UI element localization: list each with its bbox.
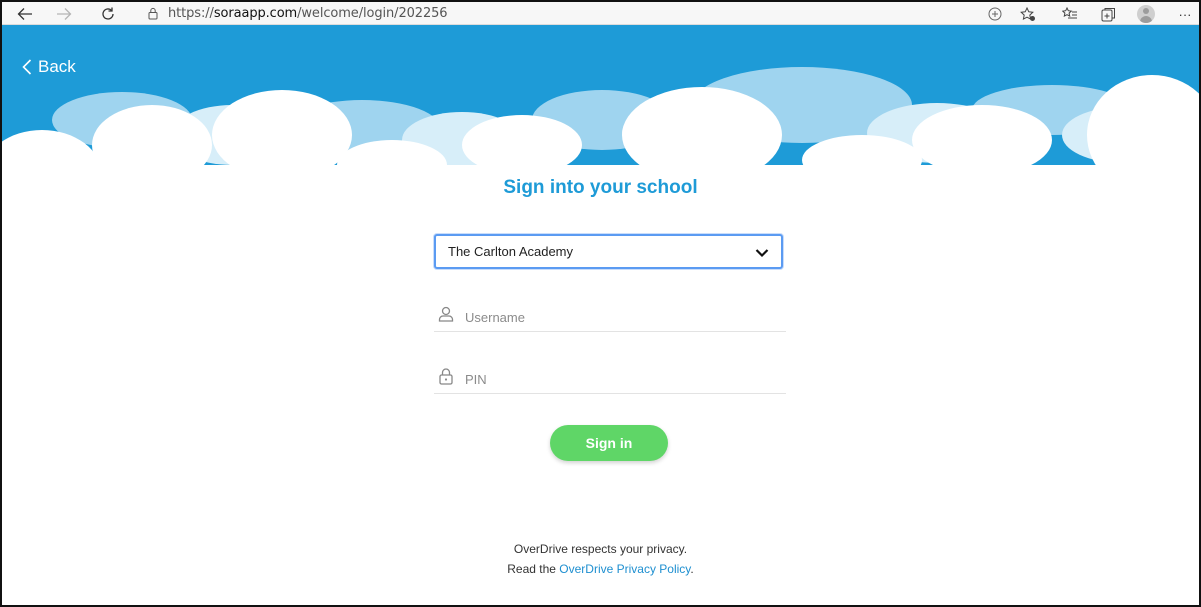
address-bar[interactable]: https://soraapp.com/welcome/login/202256 [168,6,448,22]
user-icon [438,306,454,327]
chevron-left-icon [22,59,32,75]
privacy-notice: OverDrive respects your privacy. Read th… [2,539,1199,579]
back-button[interactable]: Back [22,57,76,77]
privacy-line-2: Read the OverDrive Privacy Policy. [2,559,1199,579]
zoom-plus-icon[interactable] [984,4,1006,24]
username-input[interactable] [463,306,767,328]
url-prefix: https:// [168,6,214,21]
page-title: Sign into your school [503,177,698,198]
favorites-list-icon[interactable] [1059,4,1081,24]
browser-toolbar: https://soraapp.com/welcome/login/202256… [2,0,1199,25]
lock-icon[interactable] [148,7,158,25]
school-select-value: The Carlton Academy [448,244,574,259]
username-field [434,301,786,332]
favorite-star-icon[interactable] [1017,4,1039,24]
clouds-illustration [2,67,1199,185]
privacy-prefix: Read the [507,562,560,576]
privacy-suffix: . [690,562,694,576]
back-label: Back [38,57,76,76]
forward-arrow-icon[interactable] [53,4,75,24]
url-host: soraapp.com [213,6,298,21]
more-menu-icon[interactable]: ··· [1174,4,1196,24]
url-path: /welcome/login/202256 [297,6,448,21]
chevron-down-icon [755,246,769,261]
lock-icon [438,368,454,390]
collections-icon[interactable] [1097,4,1119,24]
school-select[interactable]: The Carlton Academy [434,234,783,269]
back-arrow-icon[interactable] [14,4,36,24]
refresh-icon[interactable] [97,4,119,24]
privacy-policy-link[interactable]: OverDrive Privacy Policy [559,562,690,576]
sign-in-button[interactable]: Sign in [550,425,668,461]
sky-header: Back [2,25,1199,185]
pin-field [434,363,786,394]
privacy-line-1: OverDrive respects your privacy. [513,542,688,556]
profile-avatar-icon[interactable] [1137,5,1155,23]
pin-input[interactable] [463,368,767,390]
